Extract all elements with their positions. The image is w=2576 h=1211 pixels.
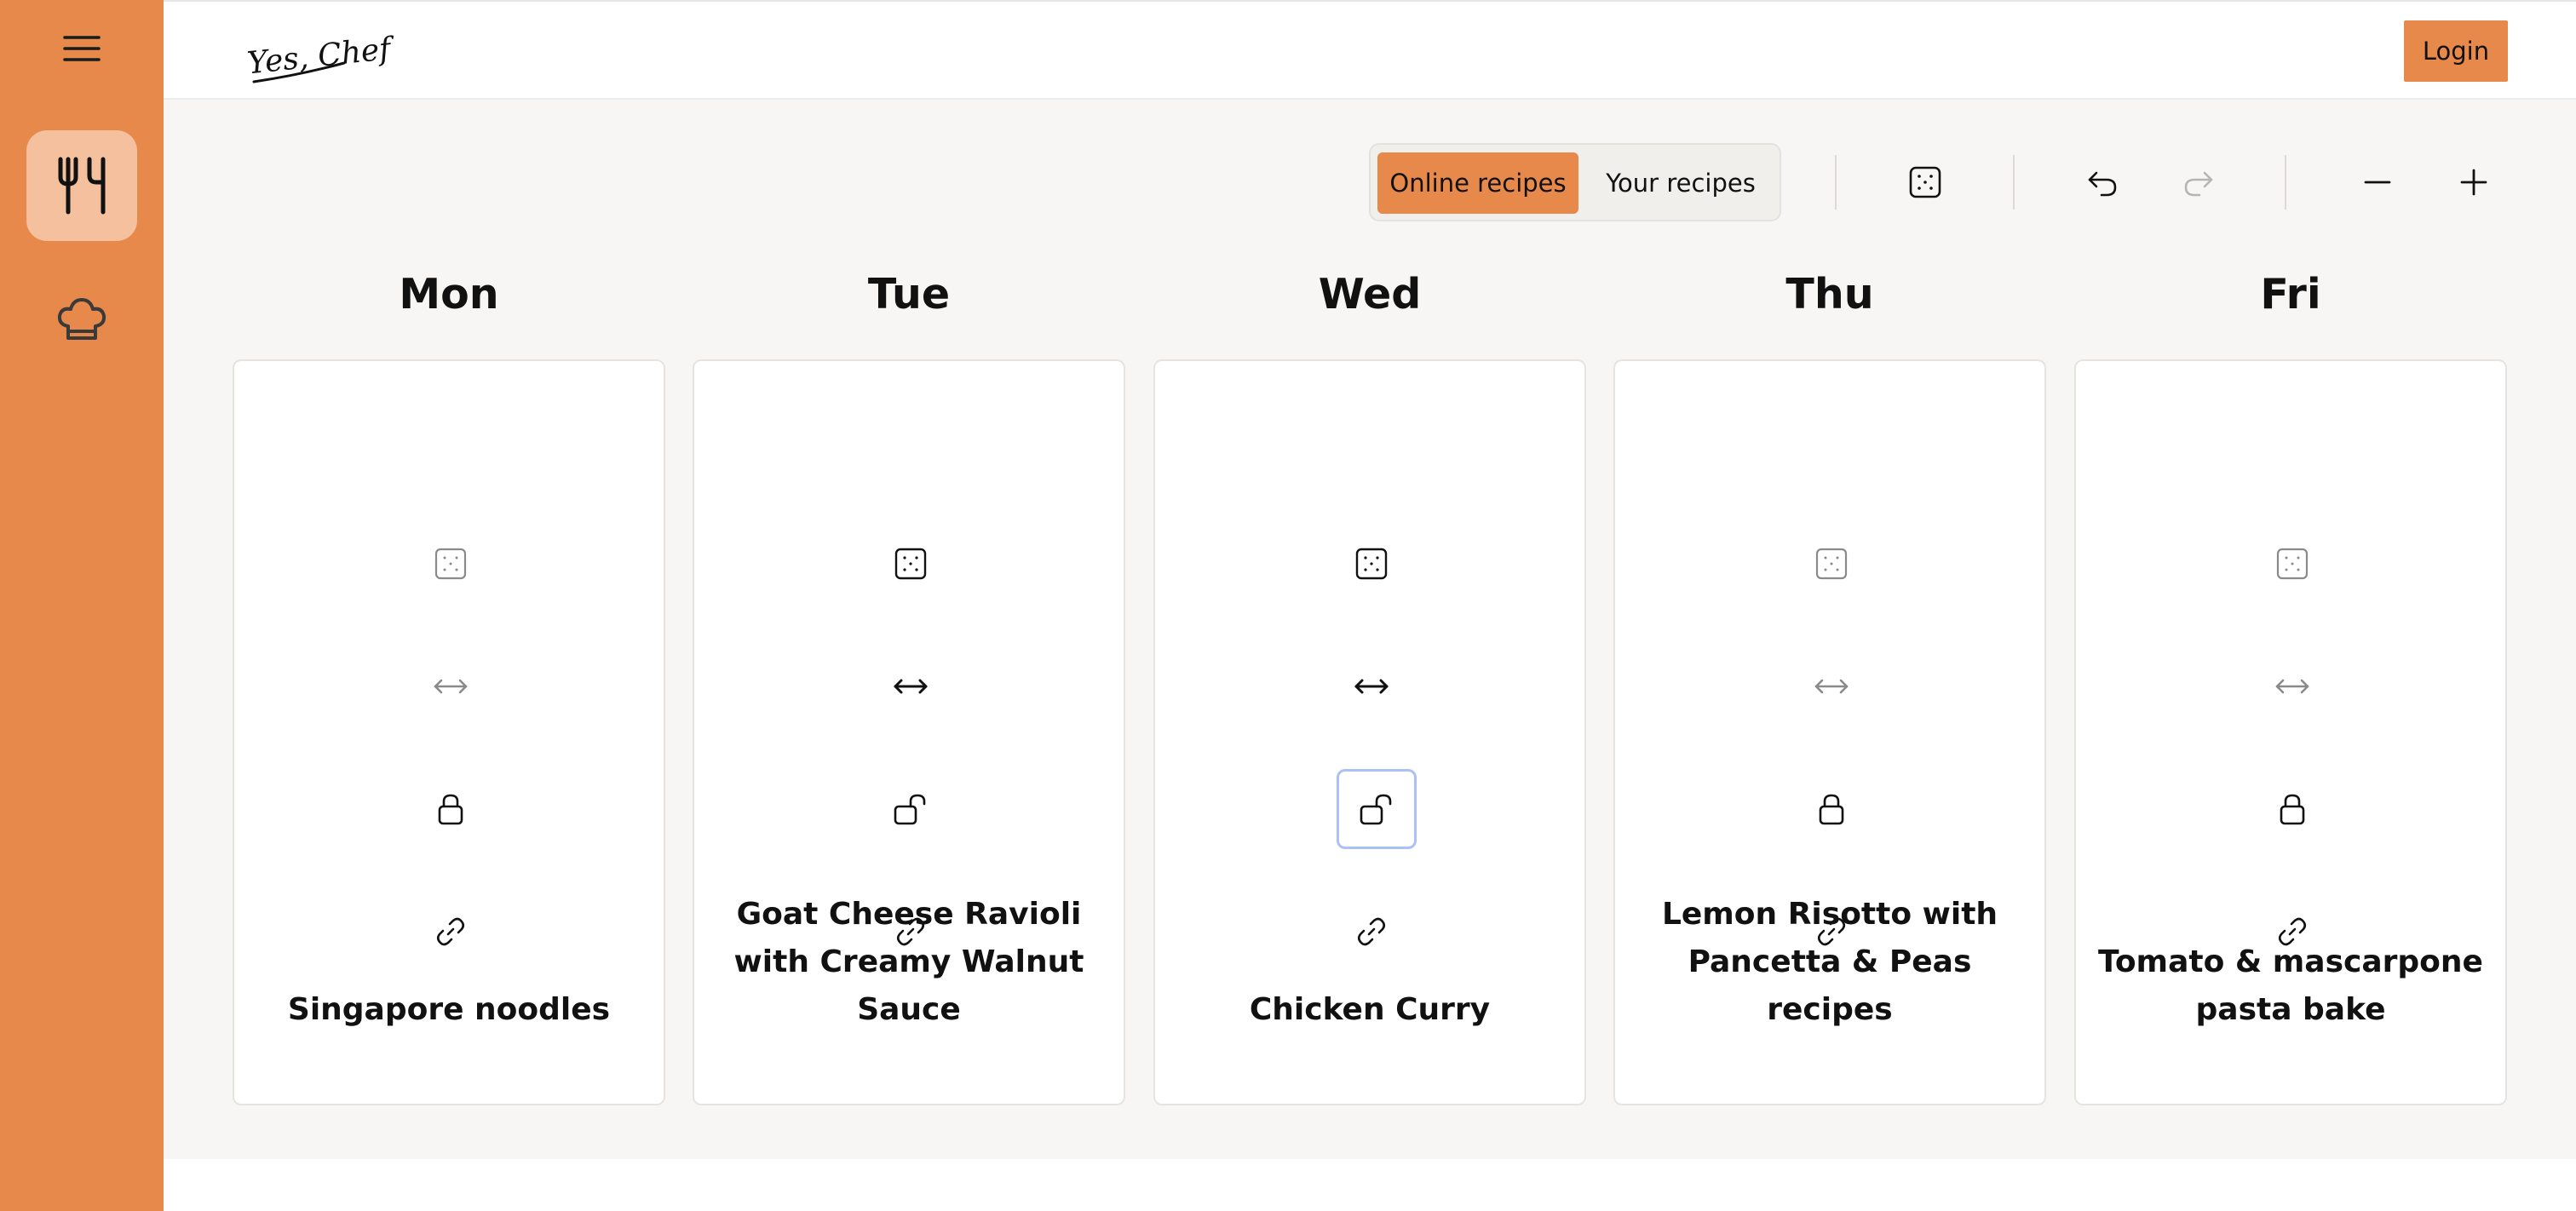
plus-icon <box>2460 169 2487 196</box>
top-bar: Yes, Chef! Login <box>164 0 2576 100</box>
shuffle-all-button[interactable] <box>1899 156 1952 209</box>
dice-icon <box>894 548 927 580</box>
link-icon <box>1357 917 1386 946</box>
logo-lettering: Yes, Chef! <box>245 31 405 83</box>
shuffle-recipe-button[interactable] <box>1806 538 1857 589</box>
lock-toggle-button[interactable] <box>425 783 476 835</box>
dice-icon <box>434 548 467 580</box>
swap-arrows-icon <box>2275 679 2309 694</box>
day-label-thu: Thu <box>1785 270 1874 319</box>
day-card-fri: Tomato & mascarpone pasta bake <box>2074 359 2507 1105</box>
shuffle-recipe-button[interactable] <box>2267 538 2318 589</box>
day-card-tue: Goat Cheese Ravioli with Creamy Walnut S… <box>693 359 1125 1105</box>
swap-day-button[interactable] <box>885 661 936 712</box>
sidebar-item-recipes[interactable] <box>26 266 137 376</box>
swap-arrows-icon <box>434 679 468 694</box>
lock-toggle-button[interactable] <box>1337 769 1417 849</box>
day-label-wed: Wed <box>1318 270 1422 319</box>
recipe-title[interactable]: Goat Cheese Ravioli with Creamy Walnut S… <box>711 891 1107 1034</box>
minus-icon <box>2364 181 2391 184</box>
app-logo[interactable]: Yes, Chef! <box>240 22 405 90</box>
swap-arrows-icon <box>894 679 928 694</box>
shuffle-recipe-button[interactable] <box>885 538 936 589</box>
toolbar-divider <box>2013 155 2015 209</box>
dice-icon <box>1909 166 1941 198</box>
swap-day-button[interactable] <box>1806 661 1857 712</box>
unlock-icon <box>894 794 926 825</box>
lock-icon <box>438 794 463 825</box>
lock-icon <box>2280 794 2305 825</box>
fork-knife-icon <box>58 157 106 215</box>
swap-day-button[interactable] <box>425 661 476 712</box>
tab-your-recipes[interactable]: Your recipes <box>1585 152 1776 214</box>
day-card-thu: Lemon Risotto with Pancetta & Peas recip… <box>1613 359 2046 1105</box>
dice-icon <box>1355 548 1388 580</box>
dice-icon <box>1815 548 1848 580</box>
add-day-button[interactable] <box>2447 156 2500 209</box>
recipe-title[interactable]: Tomato & mascarpone pasta bake <box>2093 938 2488 1034</box>
recipe-title[interactable]: Chicken Curry <box>1172 986 1567 1034</box>
day-label-tue: Tue <box>867 270 951 319</box>
chef-hat-icon <box>57 298 106 340</box>
sidebar <box>0 0 164 1211</box>
login-button[interactable]: Login <box>2404 20 2508 82</box>
meal-plan-board: Online recipes Your recipes Mon Tue Wed … <box>164 100 2576 1159</box>
recipe-title[interactable]: Singapore noodles <box>251 986 647 1034</box>
day-label-mon: Mon <box>399 270 499 319</box>
dice-icon <box>2276 548 2309 580</box>
unlock-icon <box>1360 794 1392 825</box>
recipe-link-button[interactable] <box>1346 906 1397 957</box>
recipe-link-button[interactable] <box>425 906 476 957</box>
sidebar-item-meal-plan[interactable] <box>26 130 137 241</box>
remove-day-button[interactable] <box>2351 156 2404 209</box>
lock-icon <box>1819 794 1844 825</box>
shuffle-recipe-button[interactable] <box>1346 538 1397 589</box>
swap-arrows-icon <box>1354 679 1389 694</box>
lock-toggle-button[interactable] <box>2267 783 2318 835</box>
shuffle-recipe-button[interactable] <box>425 538 476 589</box>
lock-toggle-button[interactable] <box>1806 783 1857 835</box>
recipe-source-toggle: Online recipes Your recipes <box>1369 143 1781 221</box>
link-icon <box>436 917 465 946</box>
day-label-fri: Fri <box>2260 270 2321 319</box>
tab-online-recipes[interactable]: Online recipes <box>1377 152 1578 214</box>
redo-icon <box>2184 171 2213 197</box>
undo-button[interactable] <box>2076 156 2129 209</box>
swap-day-button[interactable] <box>2267 661 2318 712</box>
hamburger-menu-icon <box>63 36 101 61</box>
day-card-wed: Chicken Curry <box>1153 359 1586 1105</box>
toolbar-divider <box>2285 155 2286 209</box>
svg-text:Yes, Chef!: Yes, Chef! <box>245 31 394 82</box>
toolbar-divider <box>1835 155 1837 209</box>
redo-button[interactable] <box>2172 156 2225 209</box>
day-card-mon: Singapore noodles <box>233 359 665 1105</box>
swap-arrows-icon <box>1814 679 1849 694</box>
lock-toggle-button[interactable] <box>885 783 936 835</box>
page-footer-area <box>164 1159 2576 1211</box>
swap-day-button[interactable] <box>1346 661 1397 712</box>
menu-button[interactable] <box>51 26 112 72</box>
undo-icon <box>2088 171 2117 197</box>
recipe-title[interactable]: Lemon Risotto with Pancetta & Peas recip… <box>1632 891 2027 1034</box>
